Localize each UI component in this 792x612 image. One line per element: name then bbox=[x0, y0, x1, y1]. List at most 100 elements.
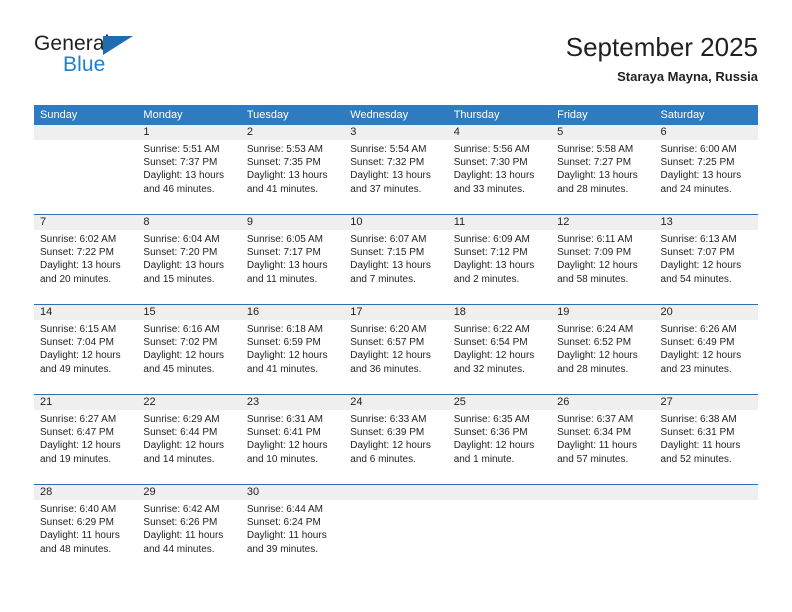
day-cell[interactable]: 15 Sunrise: 6:16 AM Sunset: 7:02 PM Dayligh… bbox=[137, 305, 241, 394]
weekday-header-thursday: Thursday bbox=[453, 109, 500, 121]
day-cell[interactable]: 27 Sunrise: 6:38 AM Sunset: 6:31 PM Dayligh… bbox=[654, 395, 758, 484]
day-detail-line: Daylight: 13 hours bbox=[557, 170, 638, 182]
day-number: 26 bbox=[551, 395, 655, 410]
day-number: 6 bbox=[654, 125, 758, 140]
day-details: Sunrise: 5:51 AM Sunset: 7:37 PM Daylight:… bbox=[137, 140, 240, 196]
day-cell[interactable]: 2 Sunrise: 5:53 AM Sunset: 7:35 PM Daylight… bbox=[240, 125, 345, 214]
day-detail-line: and 58 minutes. bbox=[557, 273, 629, 285]
day-cell[interactable]: 24 Sunrise: 6:33 AM Sunset: 6:39 PM Dayligh… bbox=[344, 395, 448, 484]
day-detail-line: Sunset: 6:34 PM bbox=[557, 427, 632, 439]
day-cell[interactable]: 7 Sunrise: 6:02 AM Sunset: 7:22 PM Daylight… bbox=[34, 215, 138, 304]
day-cell[interactable]: 11 Sunrise: 6:09 AM Sunset: 7:12 PM Dayligh… bbox=[447, 215, 552, 304]
day-number: 25 bbox=[447, 395, 552, 410]
day-detail-line: Daylight: 12 hours bbox=[557, 260, 638, 272]
day-cell[interactable]: 25 Sunrise: 6:35 AM Sunset: 6:36 PM Dayligh… bbox=[447, 395, 552, 484]
day-cell[interactable]: 28 Sunrise: 6:40 AM Sunset: 6:29 PM Dayligh… bbox=[34, 485, 138, 574]
day-number: 13 bbox=[654, 215, 758, 230]
day-number: 2 bbox=[240, 125, 345, 140]
day-cell-empty bbox=[447, 485, 552, 574]
day-cell[interactable]: 12 Sunrise: 6:11 AM Sunset: 7:09 PM Dayligh… bbox=[551, 215, 655, 304]
weekday-header-monday: Monday bbox=[143, 109, 183, 121]
day-detail-line: and 36 minutes. bbox=[350, 363, 422, 375]
day-details: Sunrise: 6:02 AM Sunset: 7:22 PM Daylight:… bbox=[34, 230, 137, 286]
day-detail-line: and 6 minutes. bbox=[350, 453, 416, 465]
day-details: Sunrise: 6:18 AM Sunset: 6:59 PM Daylight:… bbox=[241, 320, 344, 376]
day-detail-line: Sunset: 6:44 PM bbox=[143, 427, 218, 439]
day-detail-line: Sunset: 7:02 PM bbox=[143, 337, 218, 349]
day-detail-line: Sunset: 6:36 PM bbox=[453, 427, 528, 439]
day-cell[interactable]: 10 Sunrise: 6:07 AM Sunset: 7:15 PM Dayligh… bbox=[344, 215, 448, 304]
day-detail-line: Daylight: 11 hours bbox=[246, 530, 327, 542]
day-detail-line: Daylight: 12 hours bbox=[453, 440, 535, 452]
day-cell[interactable]: 18 Sunrise: 6:22 AM Sunset: 6:54 PM Dayligh… bbox=[447, 305, 552, 394]
day-detail-line: and 2 minutes. bbox=[453, 273, 520, 285]
day-number: 4 bbox=[447, 125, 552, 140]
day-detail-line: Daylight: 12 hours bbox=[143, 350, 225, 362]
day-detail-line: Sunrise: 6:18 AM bbox=[246, 324, 323, 335]
day-cell[interactable]: 26 Sunrise: 6:37 AM Sunset: 6:34 PM Dayligh… bbox=[551, 395, 655, 484]
day-details: Sunrise: 6:15 AM Sunset: 7:04 PM Daylight:… bbox=[34, 320, 137, 376]
day-detail-line: and 20 minutes. bbox=[40, 273, 112, 285]
day-detail-line: Sunrise: 6:31 AM bbox=[246, 414, 323, 425]
day-detail-line: and 28 minutes. bbox=[557, 363, 629, 375]
day-detail-line: Daylight: 13 hours bbox=[143, 170, 225, 182]
day-cell[interactable]: 1 Sunrise: 5:51 AM Sunset: 7:37 PM Daylight… bbox=[137, 125, 241, 214]
day-cell[interactable]: 22 Sunrise: 6:29 AM Sunset: 6:44 PM Dayligh… bbox=[137, 395, 241, 484]
day-details: Sunrise: 6:31 AM Sunset: 6:41 PM Daylight:… bbox=[241, 410, 344, 466]
day-cell-empty bbox=[344, 485, 448, 574]
brand-logo[interactable]: General Blue bbox=[34, 32, 164, 84]
calendar-week-row: 14 Sunrise: 6:15 AM Sunset: 7:04 PM Dayligh… bbox=[34, 304, 758, 394]
day-detail-line: Sunrise: 6:09 AM bbox=[453, 234, 530, 245]
day-detail-line: Sunrise: 6:07 AM bbox=[350, 234, 427, 245]
calendar-week-cells: 28 Sunrise: 6:40 AM Sunset: 6:29 PM Dayligh… bbox=[34, 485, 758, 574]
day-detail-line: and 33 minutes. bbox=[453, 183, 525, 195]
day-details: Sunrise: 6:13 AM Sunset: 7:07 PM Daylight:… bbox=[655, 230, 758, 286]
day-details bbox=[655, 500, 758, 503]
day-number bbox=[344, 485, 448, 500]
day-cell[interactable]: 20 Sunrise: 6:26 AM Sunset: 6:49 PM Dayligh… bbox=[654, 305, 758, 394]
day-cell[interactable]: 9 Sunrise: 6:05 AM Sunset: 7:17 PM Daylight… bbox=[240, 215, 345, 304]
day-detail-line: Sunset: 6:26 PM bbox=[143, 517, 218, 529]
day-cell[interactable]: 29 Sunrise: 6:42 AM Sunset: 6:26 PM Dayligh… bbox=[137, 485, 241, 574]
day-cell[interactable]: 6 Sunrise: 6:00 AM Sunset: 7:25 PM Daylight… bbox=[654, 125, 758, 214]
day-number: 22 bbox=[137, 395, 241, 410]
day-cell[interactable]: 13 Sunrise: 6:13 AM Sunset: 7:07 PM Dayligh… bbox=[654, 215, 758, 304]
day-cell[interactable]: 30 Sunrise: 6:44 AM Sunset: 6:24 PM Dayligh… bbox=[240, 485, 345, 574]
day-detail-line: Sunrise: 5:58 AM bbox=[557, 144, 634, 155]
day-cell-empty bbox=[654, 485, 758, 574]
day-number: 19 bbox=[551, 305, 655, 320]
day-number: 30 bbox=[240, 485, 345, 500]
day-cell[interactable]: 21 Sunrise: 6:27 AM Sunset: 6:47 PM Dayligh… bbox=[34, 395, 138, 484]
day-detail-line: Daylight: 12 hours bbox=[660, 350, 742, 362]
day-detail-line: and 1 minute. bbox=[453, 453, 515, 465]
day-detail-line: Sunrise: 6:26 AM bbox=[660, 324, 737, 335]
day-detail-line: Sunrise: 6:40 AM bbox=[40, 504, 117, 515]
day-cell[interactable]: 4 Sunrise: 5:56 AM Sunset: 7:30 PM Daylight… bbox=[447, 125, 552, 214]
day-detail-line: Sunrise: 6:24 AM bbox=[557, 324, 634, 335]
day-number: 14 bbox=[34, 305, 138, 320]
day-number: 18 bbox=[447, 305, 552, 320]
day-cell[interactable]: 16 Sunrise: 6:18 AM Sunset: 6:59 PM Dayligh… bbox=[240, 305, 345, 394]
day-detail-line: Sunset: 7:37 PM bbox=[143, 157, 218, 169]
day-cell[interactable]: 19 Sunrise: 6:24 AM Sunset: 6:52 PM Dayligh… bbox=[551, 305, 655, 394]
day-detail-line: Sunrise: 6:13 AM bbox=[660, 234, 737, 245]
day-details: Sunrise: 6:07 AM Sunset: 7:15 PM Daylight:… bbox=[344, 230, 447, 286]
day-number bbox=[654, 485, 758, 500]
day-detail-line: and 44 minutes. bbox=[143, 543, 215, 555]
calendar-week-row: 28 Sunrise: 6:40 AM Sunset: 6:29 PM Dayligh… bbox=[34, 484, 758, 574]
day-cell[interactable]: 17 Sunrise: 6:20 AM Sunset: 6:57 PM Dayligh… bbox=[344, 305, 448, 394]
day-detail-line: Sunset: 6:54 PM bbox=[453, 337, 528, 349]
day-detail-line: Sunrise: 6:05 AM bbox=[246, 234, 323, 245]
day-detail-line: Sunrise: 5:51 AM bbox=[143, 144, 220, 155]
day-cell[interactable]: 8 Sunrise: 6:04 AM Sunset: 7:20 PM Daylight… bbox=[137, 215, 241, 304]
day-cell[interactable]: 5 Sunrise: 5:58 AM Sunset: 7:27 PM Daylight… bbox=[551, 125, 655, 214]
day-detail-line: Daylight: 13 hours bbox=[660, 170, 742, 182]
day-number: 11 bbox=[447, 215, 552, 230]
day-details: Sunrise: 6:11 AM Sunset: 7:09 PM Daylight:… bbox=[551, 230, 654, 286]
day-cell[interactable]: 3 Sunrise: 5:54 AM Sunset: 7:32 PM Daylight… bbox=[344, 125, 448, 214]
day-detail-line: Sunset: 7:20 PM bbox=[143, 247, 218, 259]
day-detail-line: Sunrise: 6:35 AM bbox=[453, 414, 530, 425]
calendar-weeks: 1 Sunrise: 5:51 AM Sunset: 7:37 PM Daylight… bbox=[34, 125, 758, 574]
day-cell[interactable]: 23 Sunrise: 6:31 AM Sunset: 6:41 PM Dayligh… bbox=[240, 395, 345, 484]
day-cell[interactable]: 14 Sunrise: 6:15 AM Sunset: 7:04 PM Dayligh… bbox=[34, 305, 138, 394]
